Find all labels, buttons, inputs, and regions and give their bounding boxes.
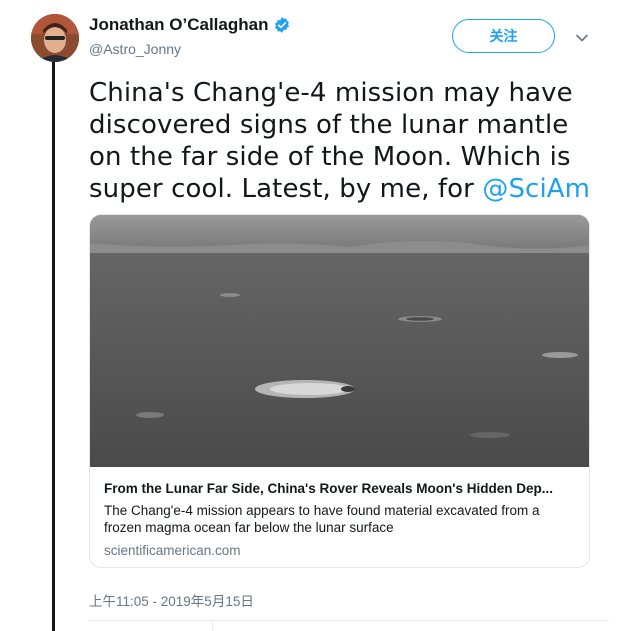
author-handle[interactable]: @Astro_Jonny bbox=[89, 41, 181, 57]
card-description: The Chang'e-4 mission appears to have fo… bbox=[104, 503, 540, 535]
thread-line bbox=[52, 62, 55, 631]
author-name-row[interactable]: Jonathan O’Callaghan bbox=[89, 15, 291, 35]
tweet-text: China's Chang'e-4 mission may have disco… bbox=[89, 77, 609, 205]
card-title[interactable]: From the Lunar Far Side, China's Rover R… bbox=[104, 481, 578, 496]
avatar-image bbox=[31, 14, 79, 62]
chevron-down-icon[interactable] bbox=[574, 30, 590, 46]
avatar[interactable] bbox=[31, 14, 79, 62]
mention-link[interactable]: @SciAm bbox=[482, 174, 590, 204]
divider-tick bbox=[212, 620, 213, 631]
card-image bbox=[90, 215, 589, 467]
card-domain: scientificamerican.com bbox=[104, 543, 241, 558]
verified-badge-icon bbox=[275, 17, 290, 33]
author-name[interactable]: Jonathan O’Callaghan bbox=[89, 15, 268, 35]
follow-button[interactable]: 关注 bbox=[452, 19, 555, 53]
tweet-timestamp[interactable]: 上午11:05 - 2019年5月15日 bbox=[89, 590, 254, 610]
divider bbox=[89, 620, 609, 621]
link-card[interactable]: From the Lunar Far Side, China's Rover R… bbox=[89, 214, 590, 568]
